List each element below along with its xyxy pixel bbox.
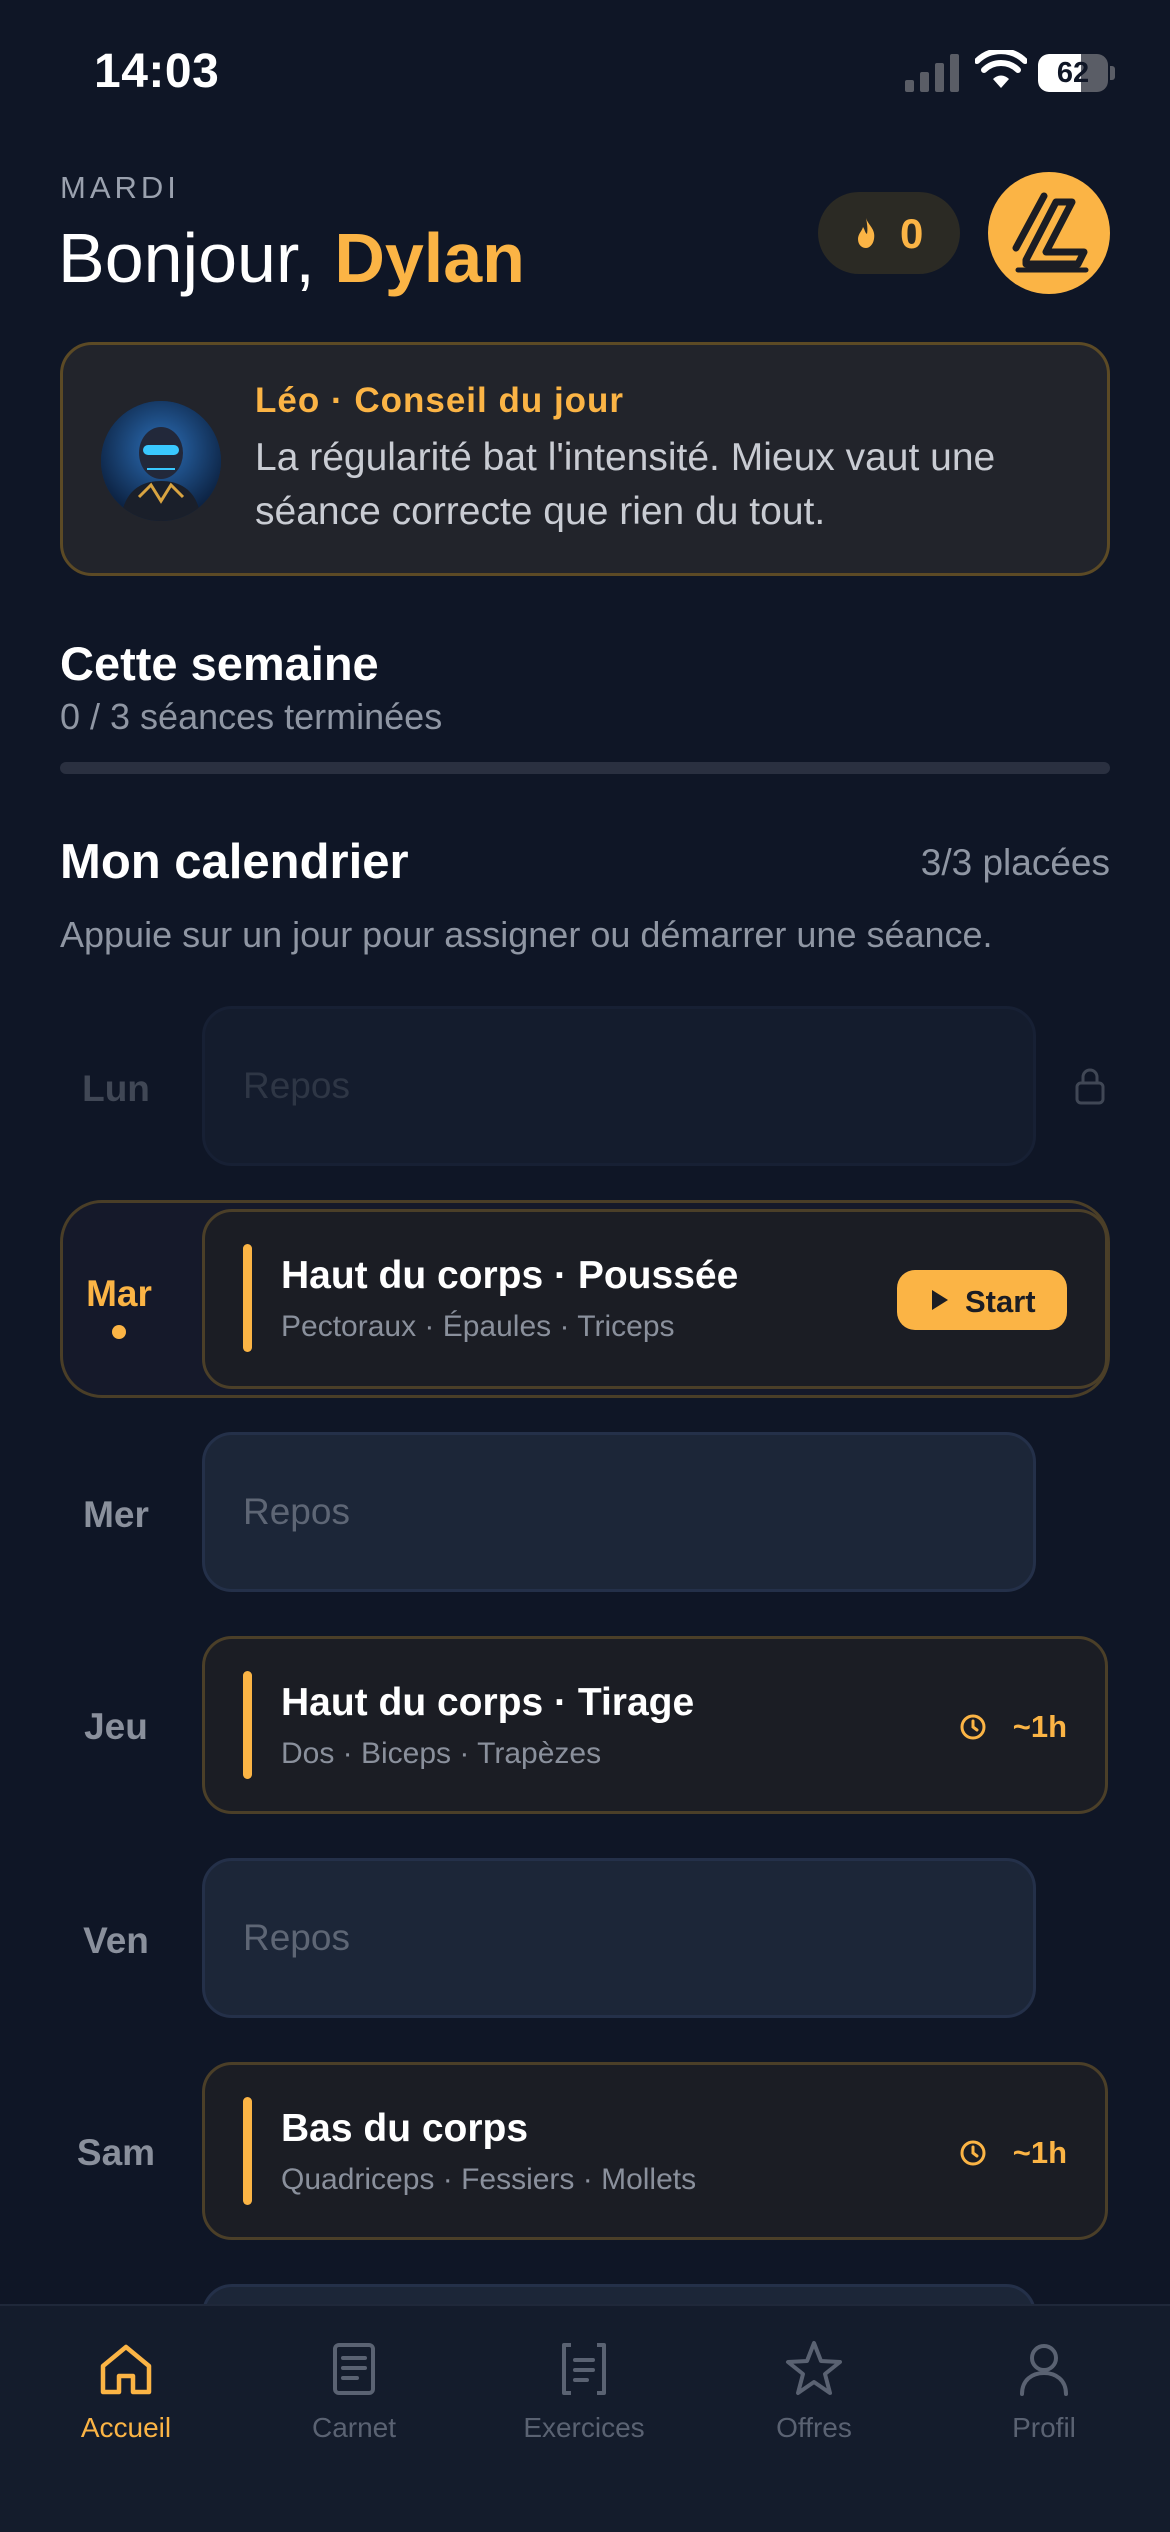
nav-label: Exercices [523, 2412, 645, 2443]
rest-label: Repos [243, 1917, 350, 1958]
nav-item-carnet[interactable]: Carnet [254, 2336, 454, 2456]
day-label-jeu: Jeu [84, 1706, 148, 1747]
session-accent-bar [243, 2097, 252, 2205]
rest-slot-ven[interactable]: Repos [202, 1858, 1036, 2018]
rest-slot-lun[interactable]: Repos [202, 1006, 1036, 1166]
nav-item-exercices[interactable]: Exercices [484, 2336, 684, 2456]
battery-percent: 62 [1056, 57, 1090, 89]
clock-icon [960, 1714, 986, 1740]
streak-count: 0 [900, 210, 924, 257]
calendar-row-sam: Sam Bas du corps Quadriceps · Fessiers ·… [60, 2062, 1110, 2242]
home-icon [100, 2344, 152, 2395]
notebook-icon [333, 2343, 375, 2395]
status-time: 14:03 [94, 45, 220, 98]
home-screen: 14:03 62 MARDI Bonjour, Dylan 0 Léo · Co… [0, 0, 1170, 2532]
duration-text: ~1h [1012, 2135, 1067, 2170]
session-accent-bar [243, 1671, 252, 1779]
week-progress-bar [60, 762, 1110, 774]
status-bar: 14:03 62 [0, 0, 1170, 150]
duration-text: ~1h [1012, 1709, 1067, 1744]
week-progress-text: 0 / 3 séances terminées [60, 696, 443, 737]
bottom-navigation: Accueil Carnet Exercices Offres Profil [0, 2304, 1170, 2532]
session-title: Haut du corps · Tirage [281, 1681, 695, 1724]
week-title: Cette semaine [60, 637, 379, 690]
nav-item-accueil[interactable]: Accueil [26, 2336, 226, 2456]
user-name: Dylan [334, 219, 525, 297]
calendar-title: Mon calendrier [60, 835, 409, 889]
brand-logo[interactable] [988, 172, 1110, 294]
session-muscles: Dos · Biceps · Trapèzes [281, 1737, 602, 1770]
session-title: Bas du corps [281, 2107, 529, 2150]
star-icon [786, 2341, 842, 2395]
nav-label: Carnet [311, 2412, 397, 2443]
flame-icon [858, 218, 875, 248]
greeting-prefix: Bonjour, [58, 219, 335, 297]
start-label: Start [965, 1284, 1036, 1319]
lock-icon [1075, 1068, 1105, 1105]
day-label-mar: Mar [86, 1273, 152, 1314]
play-icon [932, 1290, 948, 1310]
nav-label: Offres [776, 2412, 852, 2443]
signal-icon [905, 54, 959, 92]
calendar-row-mar-today: Mar Haut du corps · Poussée Pectoraux · … [60, 1200, 1110, 1398]
coach-avatar [101, 401, 221, 521]
calendar-row-lun: Lun Repos [60, 1006, 1110, 1166]
day-label-sam: Sam [76, 2132, 156, 2173]
wifi-icon [975, 50, 1027, 88]
session-muscles: Pectoraux · Épaules · Triceps [281, 1310, 675, 1343]
calendar-hint: Appuie sur un jour pour assigner ou déma… [60, 914, 993, 955]
calendar-row-mer: Mer Repos [60, 1432, 1110, 1592]
session-muscles: Quadriceps · Fessiers · Mollets [281, 2163, 697, 2196]
clock-icon [960, 2140, 986, 2166]
session-card-mar[interactable]: Haut du corps · Poussée Pectoraux · Épau… [202, 1209, 1108, 1389]
battery-indicator: 62 [1038, 54, 1115, 92]
nav-item-offres[interactable]: Offres [714, 2336, 914, 2456]
day-label-mer: Mer [83, 1494, 149, 1535]
session-accent-bar [243, 1244, 252, 1352]
streak-badge[interactable]: 0 [818, 192, 960, 274]
calendar-row-ven: Ven Repos [60, 1858, 1110, 2018]
session-title: Haut du corps · Poussée [281, 1254, 739, 1297]
daily-tip-card[interactable]: Léo · Conseil du jour La régularité bat … [60, 342, 1110, 576]
session-card-jeu[interactable]: Haut du corps · Tirage Dos · Biceps · Tr… [202, 1636, 1108, 1814]
start-session-button[interactable]: Start [897, 1270, 1067, 1330]
profile-icon [1020, 2344, 1068, 2396]
current-day-label: MARDI [60, 170, 180, 205]
tip-title: Léo · Conseil du jour [255, 381, 625, 420]
tip-text: La régularité bat l'intensité. Mieux vau… [255, 436, 996, 533]
nav-item-profil[interactable]: Profil [944, 2336, 1144, 2456]
calendar-row-jeu: Jeu Haut du corps · Tirage Dos · Biceps … [60, 1636, 1110, 1816]
logo-mark-icon [1012, 192, 1089, 273]
nav-label: Accueil [80, 2412, 172, 2443]
greeting: Bonjour, Dylan [58, 218, 525, 298]
today-indicator [112, 1325, 126, 1339]
rest-label: Repos [243, 1065, 350, 1106]
exercises-icon [562, 2343, 606, 2395]
calendar-count: 3/3 placées [920, 842, 1110, 883]
session-card-sam[interactable]: Bas du corps Quadriceps · Fessiers · Mol… [202, 2062, 1108, 2240]
day-label-lun: Lun [82, 1068, 150, 1109]
day-label-ven: Ven [83, 1920, 149, 1961]
coach-robot-icon [101, 401, 221, 521]
rest-slot-mer[interactable]: Repos [202, 1432, 1036, 1592]
nav-label: Profil [1012, 2412, 1076, 2443]
rest-label: Repos [243, 1491, 350, 1532]
